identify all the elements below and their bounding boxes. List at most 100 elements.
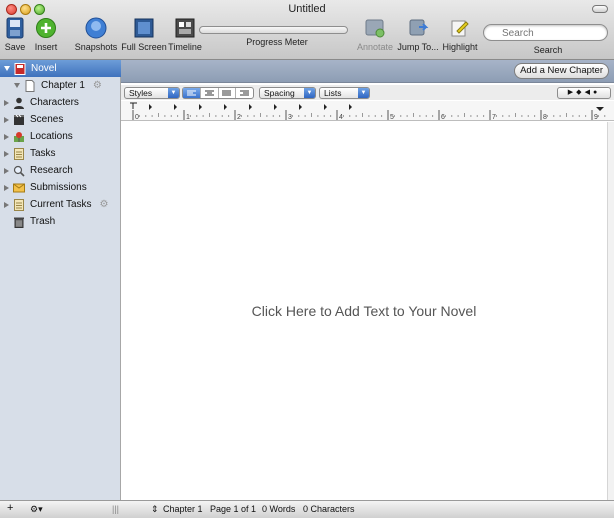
highlighter-icon [451,20,469,37]
ruler: 0 1 2 3 4 5 6 7 8 9 [121,101,614,121]
progress-meter-label: Progress Meter [246,37,308,47]
popup-arrow-icon: ▼ [358,88,369,98]
binder-item-research[interactable]: Research [0,162,121,179]
jump-to-button[interactable]: Jump To... [396,17,440,52]
binder-sidebar: Novel Chapter 1 ⚙ Characters Scenes Loca… [0,60,121,500]
add-item-button[interactable]: + [7,502,13,514]
status-characters: 0 Characters [303,504,355,514]
spacing-popup[interactable]: Spacing ▼ [259,87,316,99]
disclosure-triangle[interactable] [4,99,9,106]
snapshots-button[interactable]: Snapshots [73,17,119,52]
gear-icon: ⚙▾ [30,504,43,514]
tab-stop-marker[interactable] [324,104,327,110]
jump-to-icon [409,19,429,36]
binder-item-tasks[interactable]: Tasks [0,145,121,162]
binder-item-current-tasks[interactable]: Current Tasks ⚙ [0,196,121,213]
ruler-label: 0 [135,114,139,121]
tab-stop-marker[interactable] [149,104,152,110]
text-editor[interactable]: Click Here to Add Text to Your Novel [121,122,607,500]
binder-item-submissions[interactable]: Submissions [0,179,121,196]
ruler-label: 5 [390,114,394,121]
tab-stop-marker[interactable] [174,104,177,110]
disclosure-triangle[interactable] [4,201,9,208]
ruler-label: 3 [288,114,292,121]
disclosure-triangle[interactable] [14,83,20,88]
snapshots-label: Snapshots [74,42,118,52]
disclosure-triangle[interactable] [4,184,9,191]
timeline-icon [175,18,195,38]
add-chapter-button[interactable]: Add a New Chapter [514,63,609,79]
gear-icon[interactable]: ⚙ [93,80,102,91]
tab-stop-marker[interactable] [224,104,227,110]
disclosure-triangle[interactable] [4,133,9,140]
status-bar: + ⚙▾ ||| ⇕ Chapter 1 Page 1 of 1 0 Words… [0,500,614,518]
binder-item-locations[interactable]: Locations [0,128,121,145]
gear-icon[interactable]: ⚙ [100,199,109,210]
tab-stop-marker[interactable] [274,104,277,110]
right-margin-marker[interactable] [596,107,604,111]
tab-stop-marker[interactable] [199,104,202,110]
gear-menu-button[interactable]: ⚙▾ [30,504,43,515]
full-screen-button[interactable]: Full Screen [120,17,168,52]
insert-label: Insert [34,42,58,52]
disclosure-triangle[interactable] [4,167,9,174]
align-left-button[interactable] [183,88,201,98]
editor-placeholder[interactable]: Click Here to Add Text to Your Novel [121,303,607,319]
ruler-label: 1 [186,114,190,121]
progress-meter: Progress Meter [242,37,312,47]
search-caption: Search [533,45,563,55]
timeline-button[interactable]: Timeline [167,17,203,52]
tab-stop-marker[interactable] [349,104,352,110]
binder-item-characters[interactable]: Characters [0,94,121,111]
progress-meter-bar [199,26,348,34]
binder-item-label: Trash [30,216,56,227]
save-label: Save [4,42,26,52]
trash-icon [14,217,24,228]
align-right-button[interactable] [236,88,253,98]
clapperboard-icon [14,114,24,125]
insert-button[interactable]: Insert [30,17,62,52]
lists-label: Lists [324,88,342,98]
status-chapter: Chapter 1 [163,504,203,514]
tab-stop-controls[interactable]: ▶◆◀● [557,87,611,99]
ruler-label: 8 [543,114,547,121]
toolbar-toggle-button[interactable] [592,5,608,13]
document-icon [25,79,35,92]
snapshot-icon [85,17,107,39]
align-justify-icon [222,90,232,95]
binder-item-label: Characters [30,97,79,108]
checklist-icon [14,147,24,160]
binder-item-scenes[interactable]: Scenes [0,111,121,128]
status-words: 0 Words [262,504,296,514]
plus-icon [36,18,56,38]
search-input[interactable] [483,24,608,41]
save-icon [6,17,24,39]
indent-marker[interactable] [130,102,137,109]
styles-popup[interactable]: Styles ▼ [124,87,180,99]
chapter-stepper-icon[interactable]: ⇕ [151,504,159,515]
full-screen-icon [134,18,154,38]
disclosure-triangle[interactable] [4,150,9,157]
ruler-label: 7 [492,114,496,121]
resize-handle-icon[interactable]: ||| [112,504,119,514]
vertical-scrollbar[interactable] [607,122,614,500]
annotate-button[interactable]: Annotate [356,17,394,52]
align-center-button[interactable] [201,88,219,98]
binder-item-label: Novel [31,63,57,74]
spacing-label: Spacing [264,88,295,98]
highlight-button[interactable]: Highlight [441,17,479,52]
binder-item-chapter-1[interactable]: Chapter 1 ⚙ [0,77,121,94]
save-button[interactable]: Save [3,17,27,52]
binder-item-trash[interactable]: Trash [0,213,121,230]
tab-stop-marker[interactable] [299,104,302,110]
disclosure-triangle[interactable] [4,66,10,71]
lists-popup[interactable]: Lists ▼ [319,87,370,99]
disclosure-triangle[interactable] [4,116,9,123]
align-justify-button[interactable] [219,88,237,98]
timeline-label: Timeline [168,42,202,52]
binder-item-novel[interactable]: Novel [0,60,121,77]
binder-item-label: Submissions [30,182,87,193]
align-right-icon [240,90,250,95]
styles-label: Styles [129,88,153,98]
tab-stop-marker[interactable] [249,104,252,110]
